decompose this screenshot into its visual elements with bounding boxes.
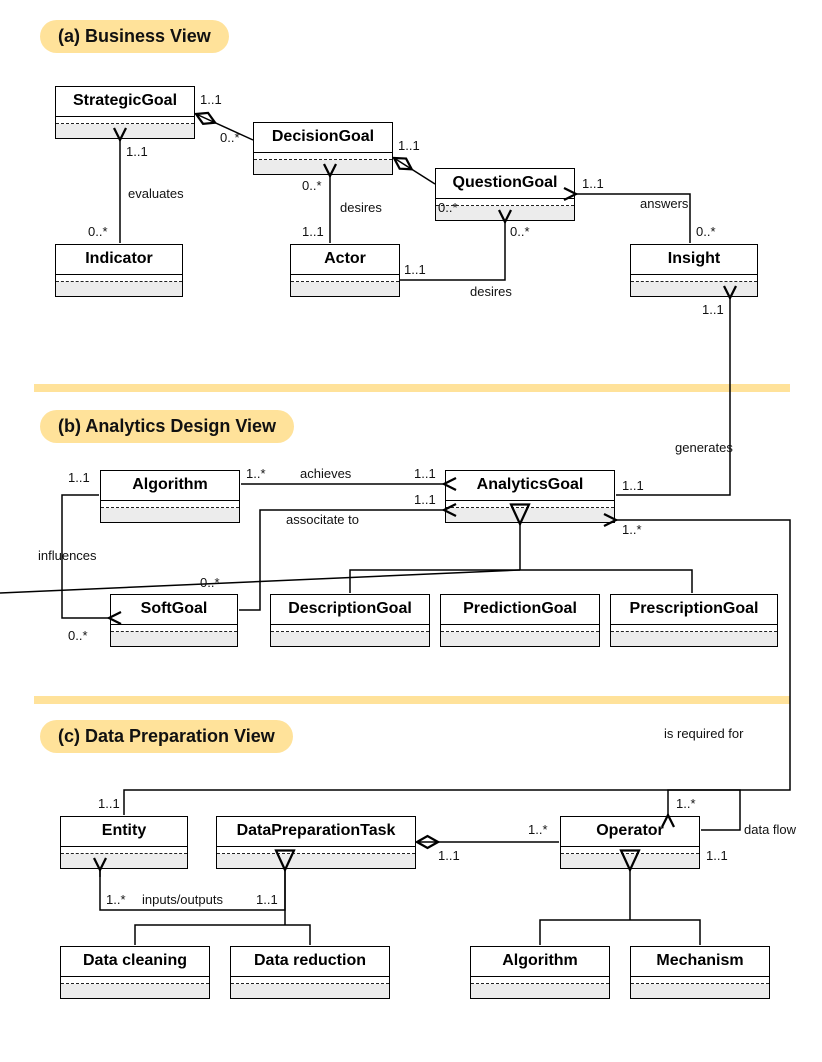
mult: 1..1 xyxy=(398,138,420,153)
mult: 0..* xyxy=(200,575,220,590)
class-label: PredictionGoal xyxy=(441,595,599,625)
mult: 0..* xyxy=(302,178,322,193)
mult: 1..1 xyxy=(582,176,604,191)
mult: 1..1 xyxy=(256,892,278,907)
lbl-generates: generates xyxy=(675,440,733,455)
mult: 1..* xyxy=(528,822,548,837)
mult: 0..* xyxy=(68,628,88,643)
class-mechanism: Mechanism xyxy=(630,946,770,999)
class-label: Data cleaning xyxy=(61,947,209,977)
class-prediction-goal: PredictionGoal xyxy=(440,594,600,647)
mult: 1..* xyxy=(676,796,696,811)
class-label: DescriptionGoal xyxy=(271,595,429,625)
class-label: Entity xyxy=(61,817,187,847)
mult: 0..* xyxy=(220,130,240,145)
divider-bc xyxy=(34,696,790,704)
mult: 1..1 xyxy=(302,224,324,239)
mult: 0..* xyxy=(696,224,716,239)
class-label: Algorithm xyxy=(101,471,239,501)
lbl-required: is required for xyxy=(664,726,743,741)
class-analytics-goal: AnalyticsGoal xyxy=(445,470,615,523)
section-c-title: (c) Data Preparation View xyxy=(40,720,293,753)
lbl-influences: influences xyxy=(38,548,97,563)
class-algorithm-c: Algorithm xyxy=(470,946,610,999)
class-label: Mechanism xyxy=(631,947,769,977)
class-data-prep-task: DataPreparationTask xyxy=(216,816,416,869)
class-entity: Entity xyxy=(60,816,188,869)
mult: 1..* xyxy=(106,892,126,907)
lbl-io: inputs/outputs xyxy=(142,892,223,907)
mult: 1..1 xyxy=(414,492,436,507)
mult: 0..* xyxy=(88,224,108,239)
mult: 1..1 xyxy=(414,466,436,481)
class-label: DataPreparationTask xyxy=(217,817,415,847)
class-actor: Actor xyxy=(290,244,400,297)
mult: 0..* xyxy=(510,224,530,239)
class-strategic-goal: StrategicGoal xyxy=(55,86,195,139)
class-soft-goal: SoftGoal xyxy=(110,594,238,647)
class-label: Insight xyxy=(631,245,757,275)
mult: 1..* xyxy=(246,466,266,481)
class-prescription-goal: PrescriptionGoal xyxy=(610,594,778,647)
class-label: Operator xyxy=(561,817,699,847)
lbl-answers: answers xyxy=(640,196,688,211)
lbl-desires: desires xyxy=(340,200,382,215)
divider-ab xyxy=(34,384,790,392)
class-data-reduction: Data reduction xyxy=(230,946,390,999)
lbl-dataflow: data flow xyxy=(744,822,796,837)
mult: 1..1 xyxy=(702,302,724,317)
lbl-associate: associtate to xyxy=(286,512,359,527)
class-label: Data reduction xyxy=(231,947,389,977)
class-label: PrescriptionGoal xyxy=(611,595,777,625)
class-label: AnalyticsGoal xyxy=(446,471,614,501)
section-b-title: (b) Analytics Design View xyxy=(40,410,294,443)
class-operator: Operator xyxy=(560,816,700,869)
mult: 1..1 xyxy=(404,262,426,277)
section-a-title: (a) Business View xyxy=(40,20,229,53)
lbl-desires2: desires xyxy=(470,284,512,299)
mult: 1..1 xyxy=(438,848,460,863)
class-data-cleaning: Data cleaning xyxy=(60,946,210,999)
class-decision-goal: DecisionGoal xyxy=(253,122,393,175)
class-indicator: Indicator xyxy=(55,244,183,297)
class-algorithm-b: Algorithm xyxy=(100,470,240,523)
mult: 1..1 xyxy=(622,478,644,493)
class-label: QuestionGoal xyxy=(436,169,574,199)
class-label: StrategicGoal xyxy=(56,87,194,117)
mult: 0..* xyxy=(438,200,458,215)
class-description-goal: DescriptionGoal xyxy=(270,594,430,647)
mult: 1..1 xyxy=(706,848,728,863)
class-label: Actor xyxy=(291,245,399,275)
class-insight: Insight xyxy=(630,244,758,297)
class-label: Indicator xyxy=(56,245,182,275)
class-label: SoftGoal xyxy=(111,595,237,625)
class-label: Algorithm xyxy=(471,947,609,977)
lbl-evaluates: evaluates xyxy=(128,186,184,201)
mult: 1..1 xyxy=(200,92,222,107)
mult: 1..1 xyxy=(126,144,148,159)
mult: 1..1 xyxy=(68,470,90,485)
class-label: DecisionGoal xyxy=(254,123,392,153)
lbl-achieves: achieves xyxy=(300,466,351,481)
mult: 1..1 xyxy=(98,796,120,811)
mult: 1..* xyxy=(622,522,642,537)
